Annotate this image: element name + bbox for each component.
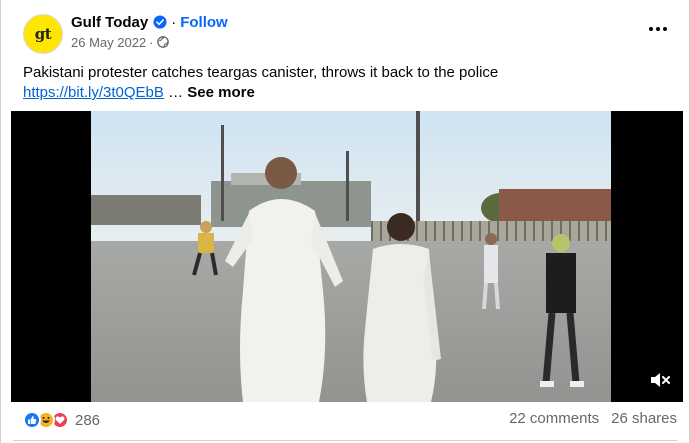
post-date-link[interactable]: 26 May 2022 bbox=[71, 35, 146, 50]
more-options-icon[interactable] bbox=[647, 20, 669, 38]
video-person bbox=[482, 233, 500, 310]
mute-icon[interactable] bbox=[649, 370, 671, 390]
video-person bbox=[540, 234, 584, 387]
link-ellipsis: … bbox=[163, 84, 188, 101]
post-header-title: Gulf Today · Follow bbox=[71, 12, 228, 32]
reaction-count: 286 bbox=[75, 411, 101, 429]
header-separator: · bbox=[171, 13, 177, 31]
reactions-summary[interactable]: 286 bbox=[23, 409, 100, 431]
video-frame[interactable] bbox=[91, 111, 611, 402]
globe-icon[interactable] bbox=[156, 36, 169, 48]
shares-count-link[interactable]: 26 shares bbox=[611, 410, 677, 427]
post-caption: Pakistani protester catches teargas cani… bbox=[23, 63, 663, 103]
see-more-button[interactable]: See more bbox=[187, 84, 255, 101]
engagement-stats: 22 comments 26 shares bbox=[509, 410, 677, 427]
avatar-logo-text: gt bbox=[34, 25, 52, 43]
post-text: Pakistani protester catches teargas cani… bbox=[23, 64, 499, 81]
video-person bbox=[363, 213, 441, 402]
like-reaction-icon bbox=[23, 411, 41, 429]
facebook-post: gt Gulf Today · Follow 26 May 2022 · Pak… bbox=[0, 0, 690, 443]
comments-count-link[interactable]: 22 comments bbox=[509, 410, 599, 427]
video-person bbox=[225, 157, 343, 402]
post-link-row: https://bit.ly/3t0QEbB … See more bbox=[23, 83, 663, 103]
footer-divider bbox=[13, 440, 677, 441]
page-avatar[interactable]: gt bbox=[23, 14, 63, 54]
post-meta: 26 May 2022 · bbox=[71, 34, 169, 50]
page-name-link[interactable]: Gulf Today bbox=[71, 14, 148, 31]
meta-separator: · bbox=[149, 34, 154, 50]
post-link[interactable]: https://bit.ly/3t0QEbB bbox=[23, 84, 164, 101]
video-player[interactable] bbox=[11, 111, 683, 402]
video-building bbox=[91, 195, 201, 225]
verified-badge-icon bbox=[153, 15, 167, 29]
follow-button[interactable]: Follow bbox=[180, 14, 228, 31]
